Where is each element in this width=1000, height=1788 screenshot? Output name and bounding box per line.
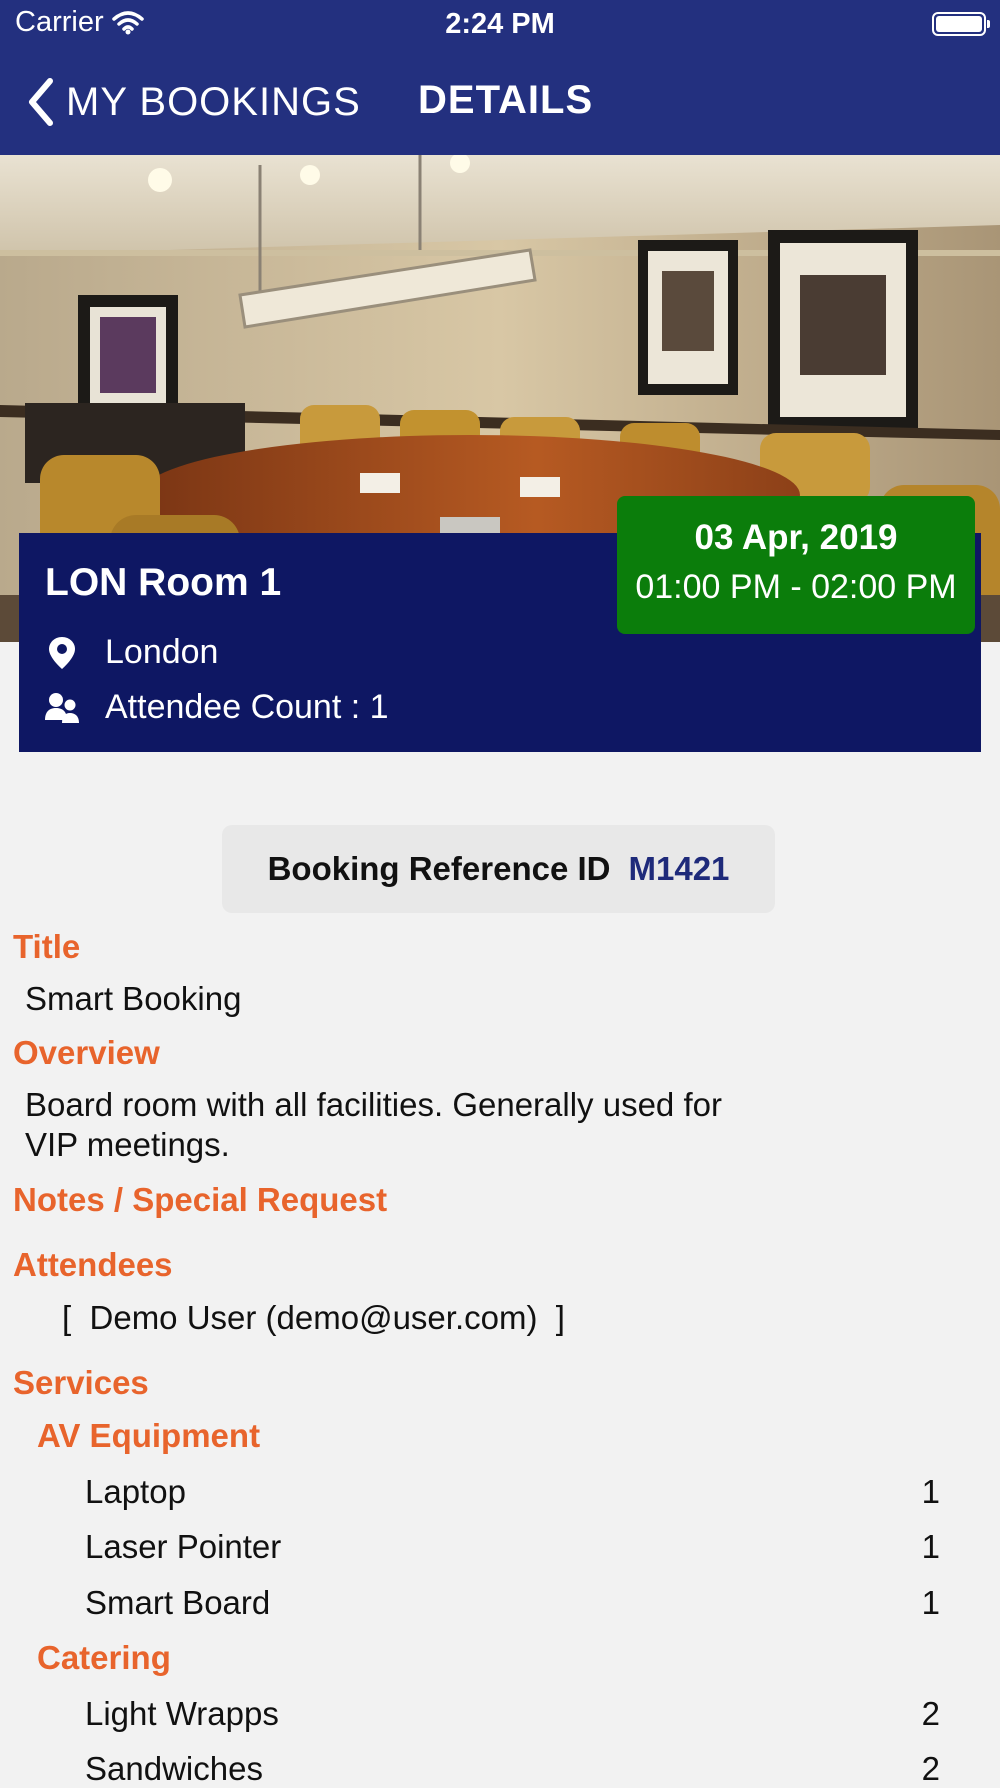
booking-reference: Booking Reference ID M1421	[222, 825, 775, 913]
attendee-count-text: Attendee Count : 1	[105, 688, 389, 726]
back-button[interactable]: MY BOOKINGS	[26, 72, 361, 132]
service-item-name: Laser Pointer	[85, 1528, 282, 1565]
location-text: London	[105, 633, 219, 671]
chevron-left-icon	[29, 78, 53, 126]
service-category: Catering	[37, 1639, 171, 1676]
page-title: DETAILS	[418, 78, 594, 122]
service-item-qty: 2	[921, 1750, 940, 1787]
service-item-name: Sandwiches	[85, 1750, 263, 1787]
overview-line-2: VIP meetings.	[25, 1126, 230, 1163]
back-button-label: MY BOOKINGS	[66, 79, 361, 124]
reference-id: M1421	[628, 850, 730, 887]
overview-line-1: Board room with all facilities. Generall…	[25, 1086, 722, 1123]
attendees-label: Attendees	[13, 1246, 173, 1283]
date-time-badge: 03 Apr, 2019 01:00 PM - 02:00 PM	[617, 496, 975, 634]
users-icon	[45, 691, 79, 725]
overview-label: Overview	[13, 1034, 160, 1071]
location-pin-icon	[45, 636, 79, 670]
title-label: Title	[13, 928, 81, 965]
battery-icon	[932, 12, 990, 36]
service-item-qty: 1	[921, 1528, 940, 1565]
service-item-qty: 1	[921, 1584, 940, 1621]
title-value: Smart Booking	[25, 980, 242, 1017]
room-name: LON Room 1	[45, 561, 282, 604]
service-item-qty: 1	[921, 1473, 940, 1510]
navigation-bar: Carrier 2:24 PM MY BOOKINGS DETAILS	[0, 0, 1000, 155]
service-item-qty: 2	[921, 1695, 940, 1732]
services-label: Services	[13, 1364, 149, 1401]
booking-time-range: 01:00 PM - 02:00 PM	[635, 568, 957, 606]
notes-label: Notes / Special Request	[13, 1181, 388, 1218]
attendee-count-row: Attendee Count : 1	[45, 688, 389, 727]
status-time: 2:24 PM	[445, 8, 555, 40]
service-item-name: Laptop	[85, 1473, 186, 1510]
attendees-value: [ Demo User (demo@user.com) ]	[62, 1299, 565, 1336]
reference-label: Booking Reference ID	[267, 850, 611, 887]
service-category: AV Equipment	[37, 1417, 261, 1454]
booking-date: 03 Apr, 2019	[694, 518, 898, 557]
service-item-name: Light Wrapps	[85, 1695, 279, 1732]
location-row: London	[45, 633, 218, 672]
service-item-name: Smart Board	[85, 1584, 271, 1621]
